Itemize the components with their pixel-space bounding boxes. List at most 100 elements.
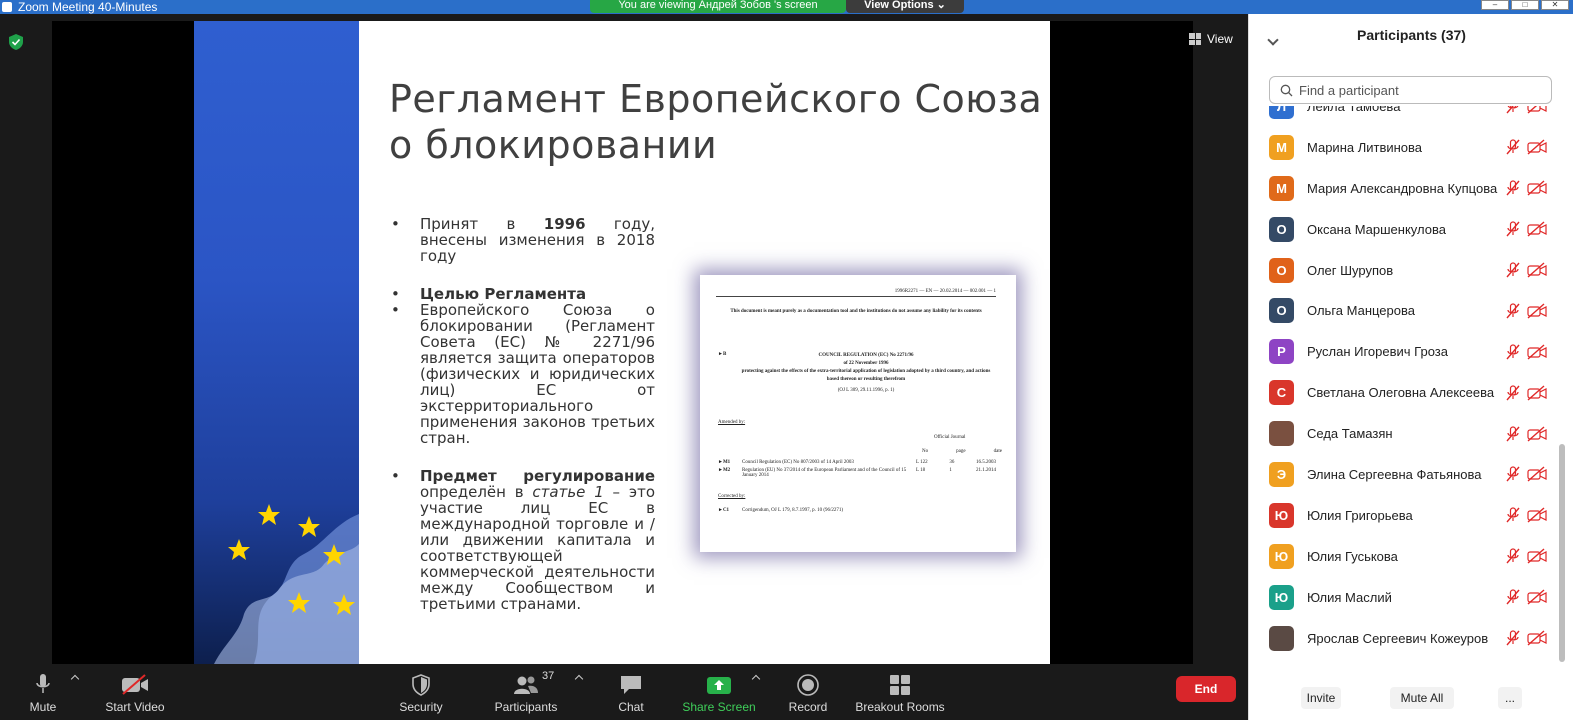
participant-row[interactable]: М Мария Александровна Купцова (1249, 168, 1573, 209)
participant-name: Ольга Манцерова (1307, 303, 1415, 319)
share-screen-icon (707, 677, 731, 694)
participant-row[interactable]: О Оксана Маршенкулова (1249, 209, 1573, 250)
view-options-button[interactable]: View Options ⌄ (846, 0, 964, 13)
doc-row-date: 21.1.2014 (976, 468, 996, 473)
participant-name: Юлия Маслий (1307, 589, 1392, 605)
mic-muted-icon[interactable] (1506, 589, 1520, 605)
participants-panel: Participants (37) Л Лейла Тамоева М Марина … (1248, 14, 1573, 720)
video-off-icon (122, 674, 148, 695)
mic-muted-icon[interactable] (1506, 139, 1520, 155)
participant-row[interactable]: О Ольга Манцерова (1249, 290, 1573, 331)
record-icon (797, 674, 819, 696)
share-screen-button[interactable]: Share Screen (682, 664, 756, 720)
participant-row[interactable]: С Светлана Олеговна Алексеева (1249, 372, 1573, 413)
mute-button[interactable]: Mute (18, 664, 68, 720)
chat-icon (621, 676, 641, 694)
participant-row[interactable]: О Олег Шурупов (1249, 250, 1573, 291)
participant-row[interactable]: Ю Юлия Маслий (1249, 577, 1573, 618)
participant-row[interactable]: М Марина Литвинова (1249, 127, 1573, 168)
participant-row[interactable]: Р Руслан Игоревич Гроза (1249, 331, 1573, 372)
participant-row[interactable]: Седа Тамазян (1249, 413, 1573, 454)
minimize-icon[interactable]: – (1481, 0, 1509, 10)
video-muted-icon[interactable] (1527, 344, 1547, 360)
video-muted-icon[interactable] (1527, 180, 1547, 196)
doc-row: ►C1 Corrigendum, OJ L 179, 8.7.1997, p. … (718, 508, 996, 513)
mic-muted-icon[interactable] (1506, 466, 1520, 482)
doc-regulation-title: COUNCIL REGULATION (EC) No 2271/96 of 22… (740, 352, 992, 384)
participant-row[interactable]: Ю Юлия Григорьева (1249, 495, 1573, 536)
video-muted-icon[interactable] (1527, 630, 1547, 646)
participant-name: Мария Александровна Купцова (1307, 180, 1498, 196)
bullet-adopted: Принят в 1996 году, внесены изменения в … (389, 216, 655, 264)
doc-row-key: ►C1 (718, 508, 730, 513)
mic-muted-icon[interactable] (1506, 344, 1520, 360)
participant-list-scrollbar[interactable] (1559, 444, 1565, 662)
zoom-window: Zoom Meeting 40-Minutes You are viewing … (0, 0, 1573, 720)
video-muted-icon[interactable] (1527, 507, 1547, 523)
doc-reg-line: of 22 November 1996 (843, 361, 889, 366)
view-button[interactable]: View (1189, 32, 1233, 46)
video-muted-icon[interactable] (1527, 385, 1547, 401)
participant-row[interactable]: Ярослав Сергеевич Кожеуров (1249, 618, 1573, 659)
video-muted-icon[interactable] (1527, 221, 1547, 237)
maximize-icon[interactable]: □ (1511, 0, 1539, 10)
record-button[interactable]: Record (783, 664, 833, 720)
mic-muted-icon[interactable] (1506, 106, 1520, 114)
participant-search-field[interactable] (1269, 76, 1552, 104)
audio-options-caret-icon[interactable] (70, 674, 80, 684)
avatar: Ю (1269, 543, 1294, 569)
mic-muted-icon[interactable] (1506, 385, 1520, 401)
mic-muted-icon[interactable] (1506, 630, 1520, 646)
participants-footer: Invite Mute All ... (1249, 676, 1573, 720)
regulation-document-image: 1996R2271 — EN — 20.02.2014 — 002.001 — … (700, 275, 1016, 552)
mic-muted-icon[interactable] (1506, 303, 1520, 319)
mic-muted-icon[interactable] (1506, 507, 1520, 523)
doc-disclaimer: This document is meant purely as a docum… (730, 309, 982, 314)
doc-row-no: L 18 (916, 468, 926, 473)
bullet-subject: Предмет регулирование определён в статье… (389, 468, 655, 612)
video-muted-icon[interactable] (1527, 262, 1547, 278)
start-video-button[interactable]: Start Video (100, 664, 170, 720)
mic-muted-icon[interactable] (1506, 262, 1520, 278)
security-button[interactable]: Security (396, 664, 446, 720)
doc-row-date: 16.5.2003 (976, 460, 996, 465)
video-muted-icon[interactable] (1527, 106, 1547, 114)
invite-button[interactable]: Invite (1301, 687, 1341, 709)
participant-row[interactable]: Ю Юлия Гуськова (1249, 536, 1573, 577)
security-shield-icon (412, 674, 430, 696)
share-screen-label: Share Screen (682, 700, 756, 714)
viewing-banner: You are viewing Андрей Зобов 's screen (590, 0, 846, 13)
mic-muted-icon[interactable] (1506, 180, 1520, 196)
mic-muted-icon[interactable] (1506, 548, 1520, 564)
more-options-button[interactable]: ... (1498, 687, 1522, 709)
participants-options-caret-icon[interactable] (574, 674, 584, 684)
doc-row-no: L 122 (916, 460, 928, 465)
breakout-rooms-label: Breakout Rooms (855, 700, 945, 714)
slide-title-line1: Регламент Европейского Союза (389, 77, 1043, 121)
collapse-chevron-icon[interactable] (1267, 34, 1279, 46)
video-muted-icon[interactable] (1527, 466, 1547, 482)
video-muted-icon[interactable] (1527, 589, 1547, 605)
video-muted-icon[interactable] (1527, 139, 1547, 155)
participant-search-input[interactable] (1299, 82, 1539, 98)
participant-row[interactable]: Э Элина Сергеевна Фатьянова (1249, 454, 1573, 495)
mic-muted-icon[interactable] (1506, 425, 1520, 442)
chat-button[interactable]: Chat (606, 664, 656, 720)
avatar: М (1269, 134, 1294, 160)
video-muted-icon[interactable] (1527, 548, 1547, 564)
meeting-area: Регламент Европейского Союза о блокирова… (0, 14, 1248, 664)
end-meeting-button[interactable]: End (1176, 676, 1236, 702)
video-muted-icon[interactable] (1527, 303, 1547, 319)
breakout-rooms-button[interactable]: Breakout Rooms (855, 664, 945, 720)
bullet-purpose-heading: Целью Регламента (389, 286, 655, 302)
avatar: Л (1269, 106, 1294, 119)
video-muted-icon[interactable] (1527, 426, 1547, 442)
meeting-toolbar: Mute Start Video Security Participants 3… (0, 664, 1248, 720)
mute-all-button[interactable]: Mute All (1390, 687, 1454, 709)
doc-row-text: Council Regulation (EC) No 807/2003 of 1… (742, 460, 854, 465)
encryption-shield-icon[interactable] (9, 34, 23, 50)
close-icon[interactable]: ✕ (1541, 0, 1569, 10)
participant-name: Олег Шурупов (1307, 262, 1394, 278)
mic-muted-icon[interactable] (1506, 221, 1520, 237)
participant-row[interactable]: Л Лейла Тамоева (1249, 106, 1573, 127)
